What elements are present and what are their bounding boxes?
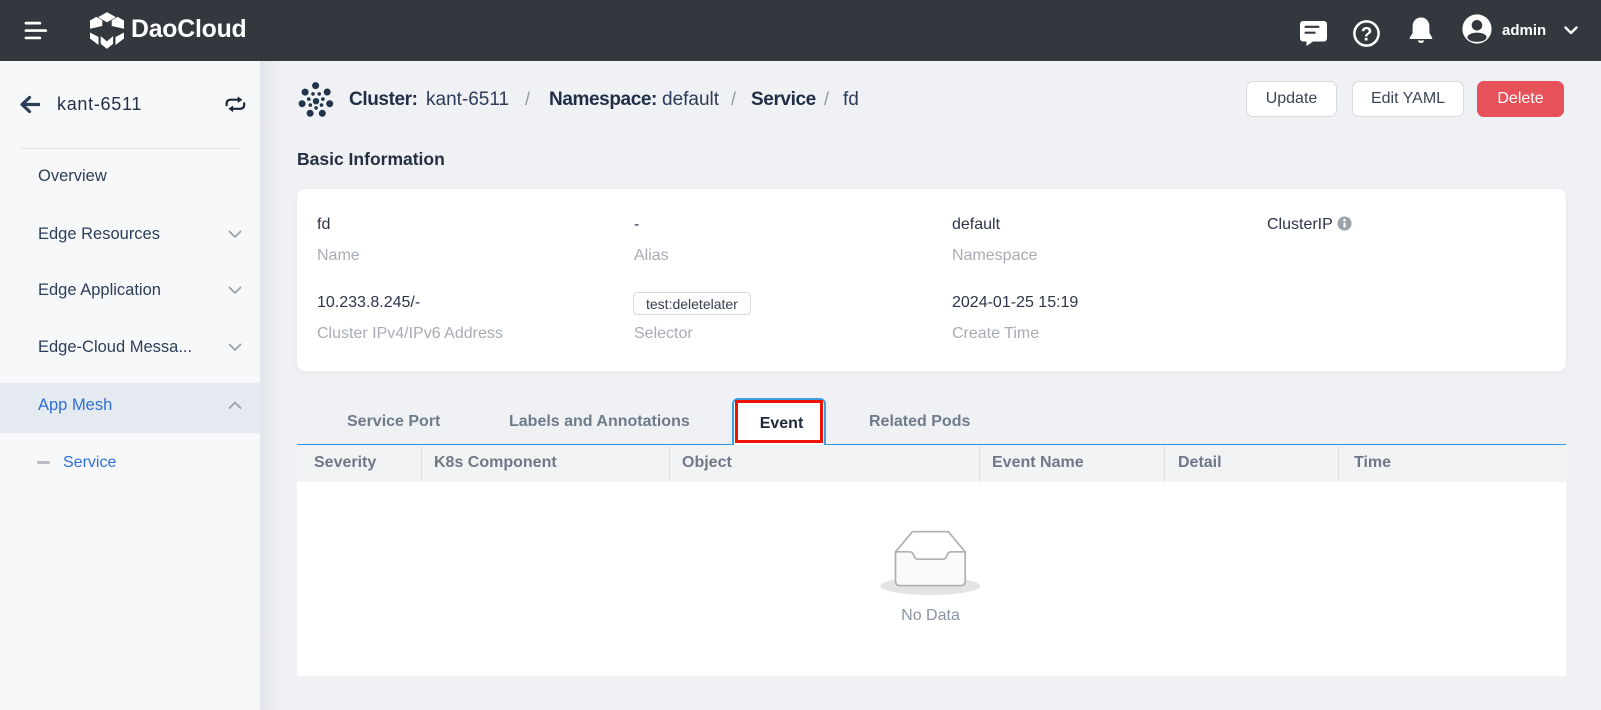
svg-text:?: ?	[1361, 25, 1373, 46]
